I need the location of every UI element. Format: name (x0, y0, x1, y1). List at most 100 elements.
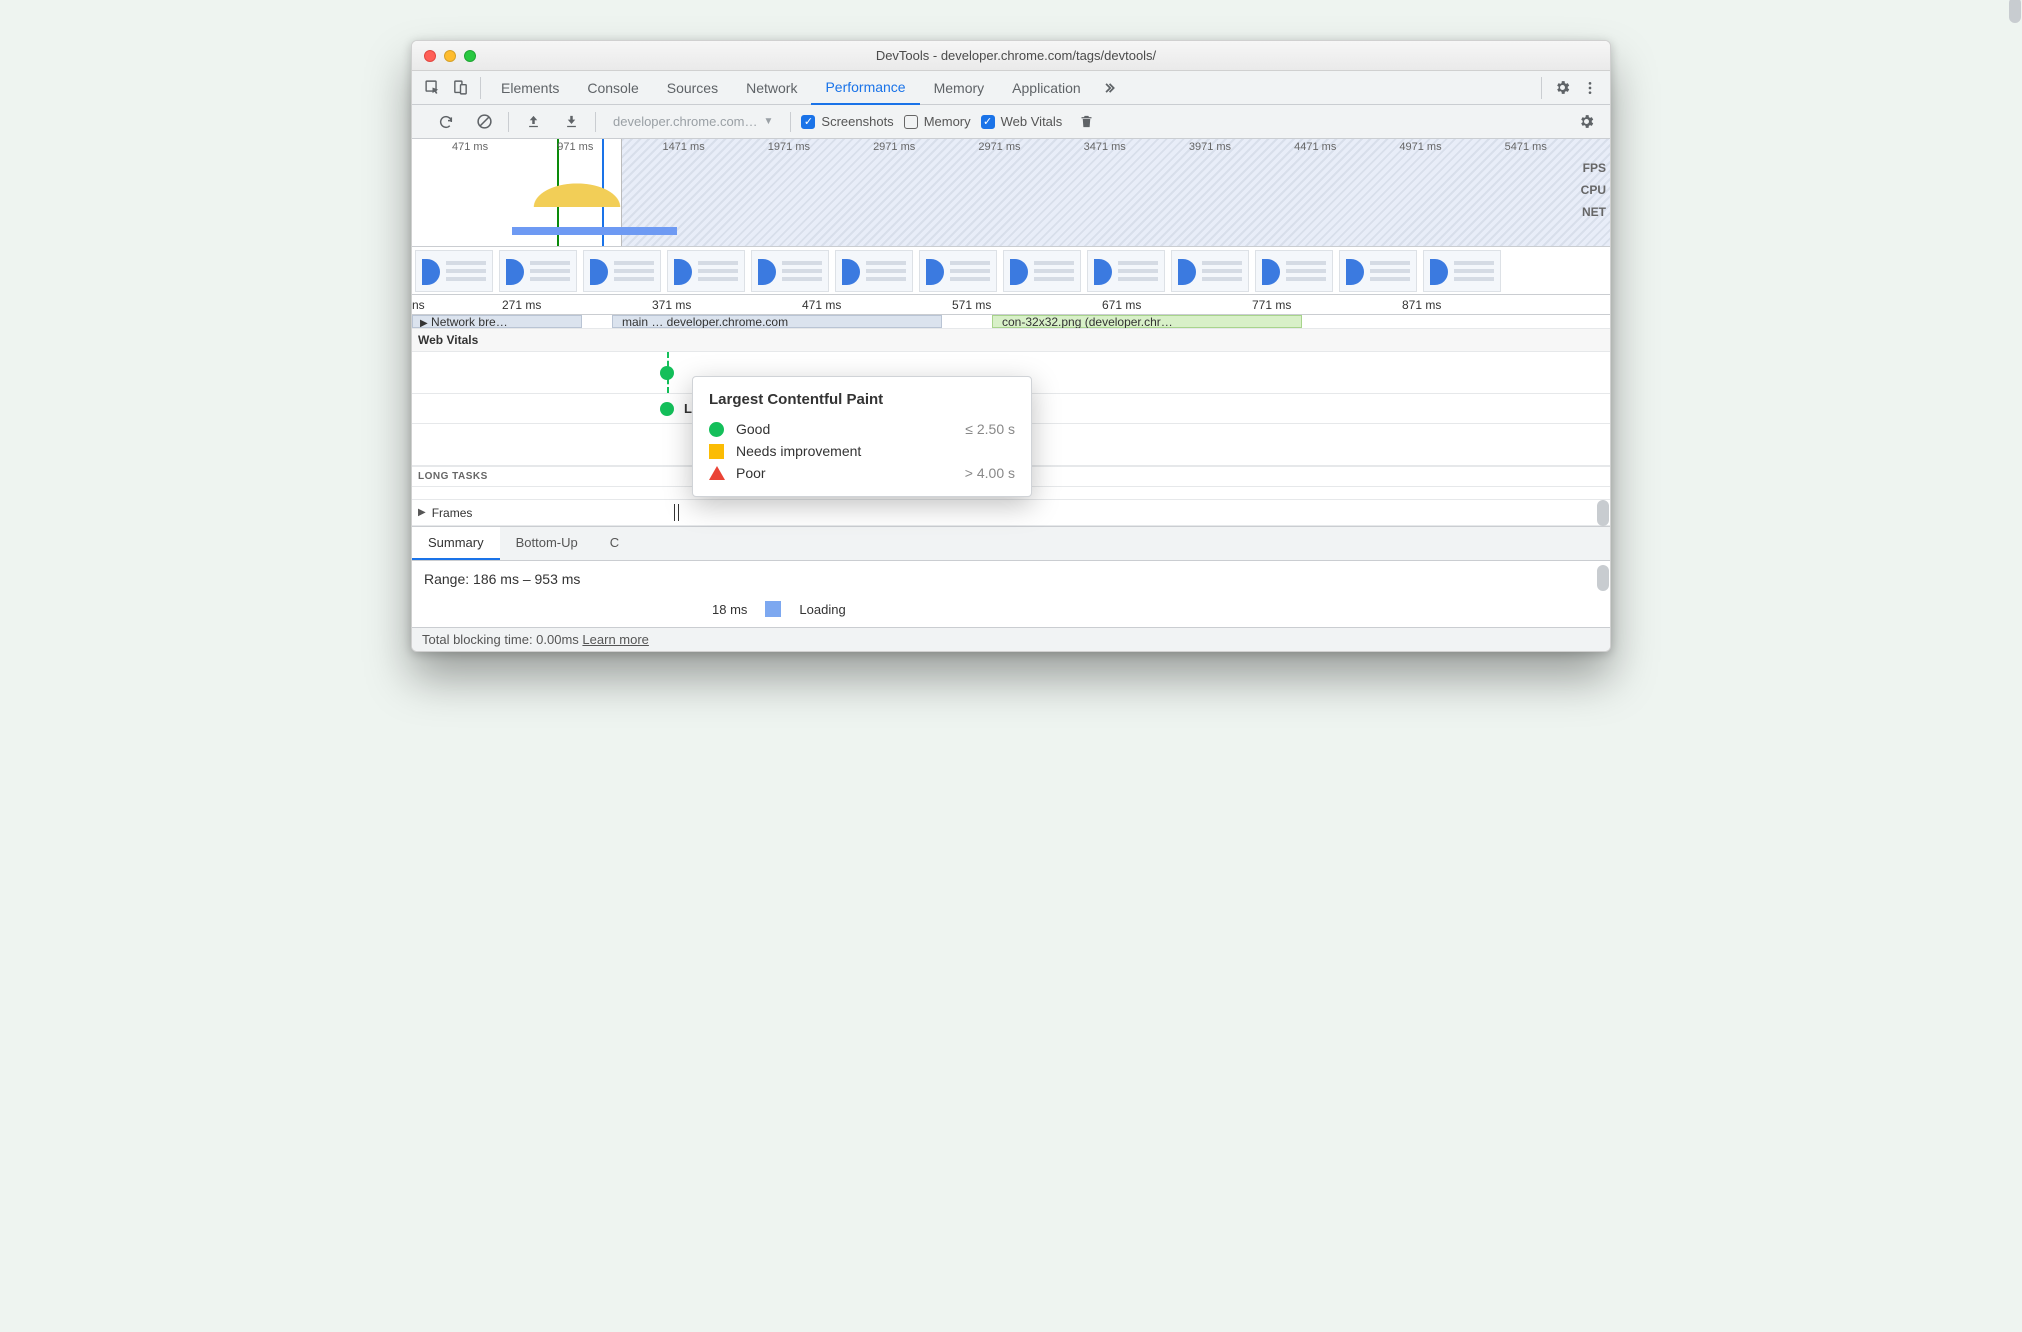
summary-panel: Range: 186 ms – 953 ms 18 ms Loading (412, 561, 1610, 627)
loading-color-swatch (765, 601, 781, 617)
web-vitals-label: Web Vitals (1001, 114, 1063, 129)
main-tabbar: Elements Console Sources Network Perform… (412, 71, 1610, 105)
save-profile-icon[interactable] (557, 108, 585, 136)
ov-tick: 5471 ms (1505, 141, 1610, 153)
overview-ruler: 471 ms 971 ms 1471 ms 1971 ms 2971 ms 29… (452, 139, 1610, 155)
network-row-label: Network bre… (431, 315, 508, 329)
ov-tick: 3971 ms (1189, 141, 1294, 153)
tab-call-tree[interactable]: C (594, 527, 635, 560)
filmstrip-thumb[interactable] (1339, 250, 1417, 292)
ruler-tick: 371 ms (652, 298, 802, 312)
tab-elements[interactable]: Elements (487, 71, 573, 105)
frame-indicator (674, 504, 679, 521)
frames-label: Frames (432, 506, 473, 520)
loading-time: 18 ms (712, 602, 747, 617)
settings-icon[interactable] (1548, 74, 1576, 102)
web-vitals-checkbox[interactable]: ✓Web Vitals (981, 114, 1063, 129)
tab-bottom-up[interactable]: Bottom-Up (500, 527, 594, 560)
vital-dot-icon[interactable] (660, 366, 674, 380)
filmstrip-thumb[interactable] (835, 250, 913, 292)
legend-label: Good (736, 421, 770, 437)
lcp-legend-tooltip: Largest Contentful Paint Good ≤ 2.50 s N… (692, 376, 1032, 497)
ruler-tick: ns (412, 298, 502, 312)
section-frames[interactable]: ▶ Frames (412, 500, 1610, 526)
section-web-vitals[interactable]: Web Vitals (412, 329, 1610, 352)
zoom-button[interactable] (464, 50, 476, 62)
summary-range: Range: 186 ms – 953 ms (424, 571, 1598, 587)
filmstrip-thumb[interactable] (1423, 250, 1501, 292)
ov-tick: 4971 ms (1399, 141, 1504, 153)
square-icon (709, 444, 724, 459)
minimize-button[interactable] (444, 50, 456, 62)
detail-ruler[interactable]: ns 271 ms 371 ms 471 ms 571 ms 671 ms 77… (412, 295, 1610, 315)
kebab-menu-icon[interactable] (1576, 74, 1604, 102)
chevron-down-icon: ▼ (764, 116, 774, 127)
window-titlebar: DevTools - developer.chrome.com/tags/dev… (412, 41, 1610, 71)
summary-loading-row: 18 ms Loading (712, 601, 846, 617)
vertical-scrollbar-thumb[interactable] (1597, 500, 1609, 526)
devtools-window: DevTools - developer.chrome.com/tags/dev… (411, 40, 1611, 652)
ov-tick: 1971 ms (768, 141, 873, 153)
lane-cpu: CPU (1581, 179, 1606, 201)
filmstrip[interactable] (412, 247, 1610, 295)
tab-summary[interactable]: Summary (412, 527, 500, 560)
filmstrip-thumb[interactable] (1171, 250, 1249, 292)
disclosure-triangle-icon[interactable]: ▶ (418, 507, 426, 518)
filmstrip-thumb[interactable] (1003, 250, 1081, 292)
ov-tick: 471 ms (452, 141, 557, 153)
tab-performance[interactable]: Performance (811, 71, 919, 105)
timeline-overview[interactable]: 471 ms 971 ms 1471 ms 1971 ms 2971 ms 29… (412, 139, 1610, 247)
ruler-tick: 571 ms (952, 298, 1102, 312)
tab-sources[interactable]: Sources (653, 71, 732, 105)
filmstrip-thumb[interactable] (583, 250, 661, 292)
network-row-label: con-32x32.png (developer.chr… (1002, 315, 1173, 329)
legend-label: Needs improvement (736, 443, 861, 459)
legend-value: > 4.00 s (965, 465, 1015, 481)
ov-tick: 3471 ms (1084, 141, 1189, 153)
network-row-label: main … developer.chrome.com (622, 315, 788, 329)
triangle-icon (709, 466, 724, 481)
screenshots-label: Screenshots (821, 114, 893, 129)
tab-application[interactable]: Application (998, 71, 1095, 105)
filmstrip-thumb[interactable] (499, 250, 577, 292)
filmstrip-thumb[interactable] (667, 250, 745, 292)
device-toggle-icon[interactable] (446, 74, 474, 102)
reload-record-icon[interactable] (432, 108, 460, 136)
overview-lane-labels: FPS CPU NET (1581, 157, 1606, 223)
traffic-lights (412, 50, 488, 62)
tab-network[interactable]: Network (732, 71, 811, 105)
circle-icon (709, 422, 724, 437)
legend-row: Good ≤ 2.50 s (709, 418, 1015, 440)
filmstrip-thumb[interactable] (1087, 250, 1165, 292)
filmstrip-thumb[interactable] (415, 250, 493, 292)
screenshots-checkbox[interactable]: ✓Screenshots (801, 114, 893, 129)
summary-scrollbar-thumb[interactable] (1597, 565, 1609, 591)
lcp-dot-icon (660, 402, 674, 416)
legend-row: Needs improvement (709, 440, 1015, 462)
legend-label: Poor (736, 465, 766, 481)
inspect-element-icon[interactable] (418, 74, 446, 102)
more-tabs-icon[interactable] (1095, 74, 1123, 102)
tab-memory[interactable]: Memory (920, 71, 999, 105)
performance-toolbar: developer.chrome.com…▼ ✓Screenshots Memo… (412, 105, 1610, 139)
filmstrip-thumb[interactable] (751, 250, 829, 292)
overview-selection[interactable] (412, 139, 622, 246)
ov-tick: 4471 ms (1294, 141, 1399, 153)
filmstrip-thumb[interactable] (919, 250, 997, 292)
filmstrip-thumb[interactable] (1255, 250, 1333, 292)
ov-tick: 2971 ms (873, 141, 978, 153)
learn-more-link[interactable]: Learn more (582, 632, 648, 647)
load-profile-icon[interactable] (519, 108, 547, 136)
legend-row: Poor > 4.00 s (709, 462, 1015, 484)
network-row[interactable]: ▶ Network bre… main … developer.chrome.c… (412, 315, 1610, 329)
memory-checkbox[interactable]: Memory (904, 114, 971, 129)
tab-console[interactable]: Console (573, 71, 652, 105)
window-title: DevTools - developer.chrome.com/tags/dev… (488, 48, 1544, 63)
ruler-tick: 271 ms (502, 298, 652, 312)
profile-selector[interactable]: developer.chrome.com…▼ (606, 111, 780, 132)
blocking-time-label: Total blocking time: 0.00ms (422, 632, 579, 647)
trash-icon[interactable] (1072, 108, 1100, 136)
close-button[interactable] (424, 50, 436, 62)
clear-icon[interactable] (470, 108, 498, 136)
capture-settings-icon[interactable] (1572, 108, 1600, 136)
